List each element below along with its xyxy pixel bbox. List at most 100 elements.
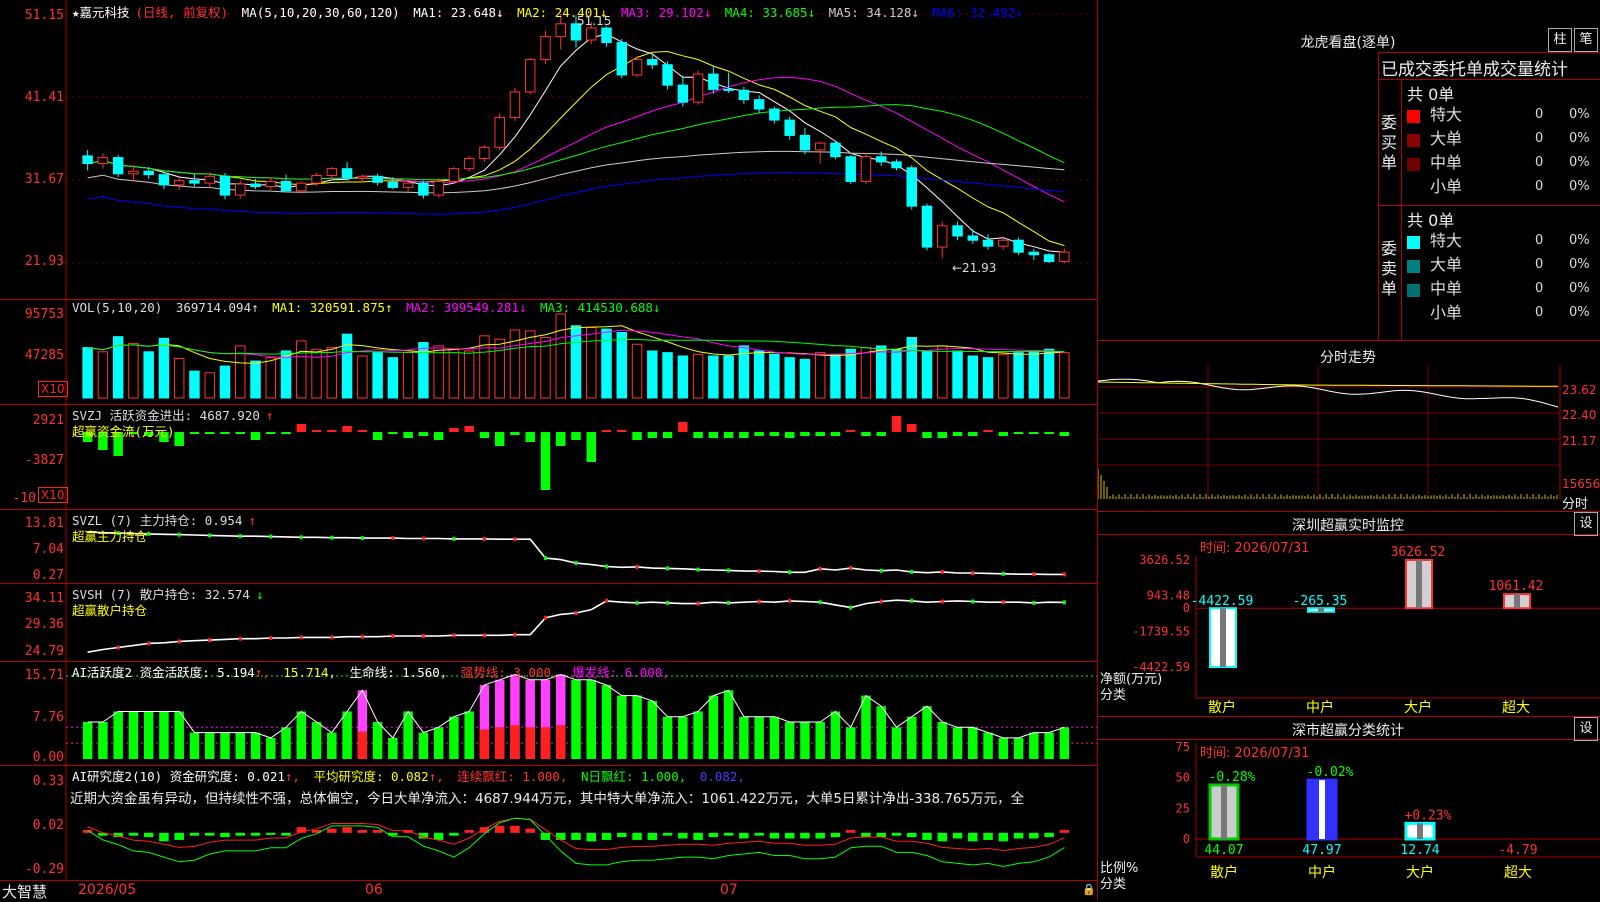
svzj-bar	[510, 432, 520, 435]
candle	[662, 61, 673, 90]
lock-icon[interactable]: 🔒	[1082, 883, 1096, 896]
candle	[830, 140, 841, 160]
ai1-bar	[586, 679, 596, 759]
svzj-bar	[998, 432, 1009, 436]
candle	[1059, 248, 1070, 264]
classify-ytick: 0	[1183, 832, 1190, 846]
svzj-bar	[281, 432, 291, 434]
volume-bar	[448, 348, 460, 399]
ai1-bar	[815, 722, 825, 759]
volume-bar	[372, 352, 383, 399]
order-row-label: 中单	[1430, 279, 1463, 298]
candle-body	[418, 182, 429, 196]
ai2-research: AI研究度2(10) 资金研究度: 0.021	[72, 769, 285, 784]
svzl-line-marker	[513, 537, 517, 542]
monitor-bar	[1209, 607, 1237, 668]
svzj-bar	[861, 432, 871, 436]
period-mode: (日线, 前复权)	[135, 5, 229, 20]
candle-body	[555, 23, 566, 38]
svzj-bar	[449, 428, 459, 432]
color-swatch	[1407, 158, 1420, 171]
classify-change-label: -0.28%	[1209, 770, 1256, 785]
volume-bar	[1013, 352, 1024, 399]
candle-body	[937, 225, 948, 248]
volume-bar	[555, 313, 566, 399]
svzj-bar	[952, 432, 963, 436]
candle	[921, 203, 933, 251]
ai2-last: 0.082	[699, 769, 738, 784]
svzl-line-marker	[1062, 572, 1066, 577]
kline-ylabel-3: 31.67	[24, 172, 64, 187]
sell-side-label: 委卖单	[1381, 239, 1398, 298]
candle	[723, 72, 734, 93]
svzl-line-marker	[238, 534, 242, 539]
vol-ylabel-2: 47285	[24, 348, 64, 363]
stock-name[interactable]: ★嘉元科技	[72, 5, 130, 20]
order-row-label: 大单	[1430, 255, 1463, 274]
svzl-line-marker	[757, 569, 761, 574]
svsh-line-marker	[543, 615, 547, 620]
ai2-bar	[464, 830, 474, 833]
ai2-bar	[342, 827, 352, 833]
svzl-ylabel-3: 0.27	[32, 568, 64, 583]
svzj-bar	[784, 432, 795, 438]
ai2-bar	[769, 832, 780, 839]
svzj-bar	[815, 432, 825, 436]
svzl-line-marker	[940, 569, 944, 574]
candle-body	[479, 146, 490, 159]
ai2-bar	[571, 832, 581, 840]
svzl-line-marker	[849, 566, 853, 571]
svzj-bar	[601, 430, 612, 432]
ai1-bar	[327, 732, 337, 759]
candle-body	[372, 175, 383, 183]
classify-bar	[1404, 821, 1436, 841]
svsh-line-marker	[269, 636, 273, 641]
candle	[296, 181, 307, 194]
main-chart-area[interactable]: ★嘉元科技 (日线, 前复权) MA(5,10,20,30,60,120) MA1…	[0, 0, 1098, 901]
order-row: 中单 0 0%	[1407, 277, 1600, 301]
volume-bar	[97, 351, 109, 399]
ai1-bar	[968, 727, 978, 759]
classify-change-label: +0.23%	[1405, 808, 1452, 823]
lhkp-title: 龙虎看盘(逐单)	[1300, 35, 1396, 51]
monitor-value-label: -265.35	[1293, 594, 1348, 609]
intraday-chart[interactable]	[1098, 341, 1600, 511]
volume-bar	[753, 350, 765, 399]
candle	[967, 229, 979, 244]
svzj-bar	[891, 416, 902, 432]
high-price-label: 51.15	[577, 14, 612, 28]
ai1-bar	[998, 737, 1009, 759]
ai1-bar	[388, 737, 398, 759]
intraday-panel[interactable]: 分时走势 23.62 22.40 21.17 15656 分时	[1098, 341, 1600, 512]
candle	[799, 127, 811, 155]
candle-body	[875, 156, 887, 163]
candle-body	[631, 59, 643, 76]
svzl-line-marker	[330, 535, 334, 540]
volume-bar	[296, 340, 307, 399]
volume-bar	[418, 342, 429, 399]
ai1-bar	[632, 695, 642, 759]
brand-label: 大智慧	[2, 883, 48, 901]
lhkp-panel: 龙虎看盘(逐单) 柱 笔 已成交委托单成交量统计 委买单 委卖单 共 0单 共 …	[1098, 0, 1600, 341]
svzj-bar	[266, 432, 276, 434]
classify-bar-shade	[1417, 823, 1423, 839]
candle	[845, 155, 856, 185]
svzl-line-marker	[788, 570, 792, 575]
candle-body	[265, 180, 277, 188]
svzj-bar	[1013, 432, 1024, 434]
candle	[448, 166, 460, 185]
monitor-category-label: 大户	[1404, 699, 1432, 716]
ai2-bar	[189, 832, 200, 836]
svsh-line-marker	[757, 599, 761, 604]
volume-bar	[860, 347, 872, 399]
bar-view-button[interactable]: 柱	[1548, 28, 1572, 52]
candle-body	[814, 142, 826, 151]
volume-bar	[631, 343, 643, 399]
tick-view-button[interactable]: 笔	[1574, 28, 1598, 52]
svsh-line-marker	[635, 600, 639, 605]
candle	[708, 65, 719, 94]
ai1-bar	[128, 711, 139, 759]
order-row-percent: 0%	[1569, 257, 1590, 272]
svsh-ylabel-1: 34.11	[24, 591, 64, 606]
ai1-bar	[296, 711, 307, 759]
